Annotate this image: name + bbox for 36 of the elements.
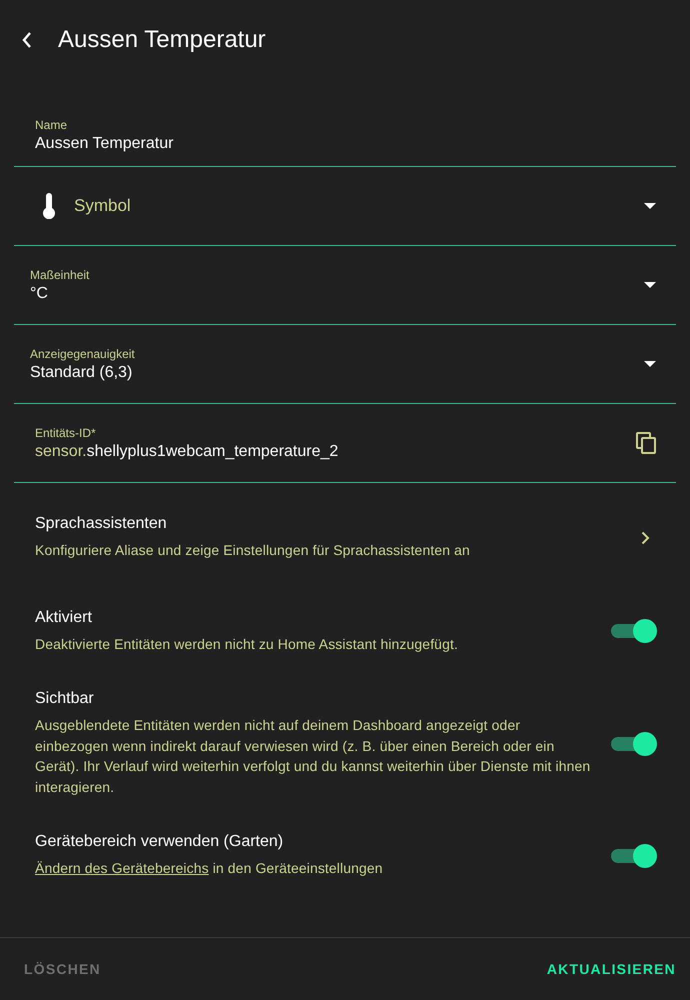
dropdown-caret-icon — [644, 282, 656, 288]
text-field[interactable]: Name Aussen Temperatur — [14, 104, 676, 167]
settings-row[interactable]: Sprachassistenten Konfiguriere Aliase und zeige Einstellungen für Sprachassistenten an — [35, 515, 690, 560]
setting-title: Sichtbar — [35, 690, 95, 708]
symbol-select-field[interactable]: Symbol — [74, 196, 644, 216]
page-title: Aussen Temperatur — [58, 26, 266, 54]
toggle-switch[interactable] — [611, 619, 657, 644]
field-value: Standard (6,3) — [30, 364, 134, 382]
chevron-right-icon — [641, 530, 650, 545]
setting-title: Aktiviert — [35, 608, 93, 626]
thermometer-icon — [42, 193, 56, 219]
dropdown-caret-icon — [644, 361, 656, 367]
setting-title: Gerätebereich verwenden (Garten) — [35, 833, 284, 851]
field-label: Anzeigegenauigkeit — [30, 346, 136, 360]
select-field[interactable]: Anzeigegenauigkeit Standard (6,3) — [14, 325, 676, 404]
field-label: Maßeinheit — [30, 268, 90, 282]
copy-button[interactable] — [636, 432, 656, 454]
back-icon — [22, 32, 32, 48]
dropdown-caret-icon — [644, 203, 656, 209]
toggle-switch[interactable] — [611, 844, 657, 868]
field-value: sensor.shellyplus1webcam_temperature_2 — [35, 442, 340, 460]
field-label: Name — [35, 118, 68, 132]
toggle-switch[interactable] — [611, 732, 657, 756]
field-value: °C — [30, 284, 49, 302]
field-value: Aussen Temperatur — [35, 134, 174, 152]
row-description: Konfiguriere Aliase und zeige Einstellungen für Sprachassistenten an — [35, 541, 471, 560]
setting-description: Deaktivierte Entitäten werden nicht zu Home Assistant hinzugefügt. — [35, 634, 459, 654]
setting-description: Ändern des Gerätebereichs in den Geräteeinstellungen — [35, 859, 384, 878]
update-button[interactable]: AKTUALISIEREN — [546, 953, 676, 985]
field-label: Entitäts-ID* — [35, 426, 97, 440]
text-field[interactable]: Entitäts-ID* sensor.shellyplus1webcam_temperature_2 — [14, 404, 676, 483]
select-field[interactable]: Maßeinheit °C — [14, 246, 676, 325]
settings-link[interactable]: Ändern des Gerätebereichs — [35, 860, 209, 876]
copy-icon — [636, 432, 656, 454]
row-title: Sprachassistenten — [35, 515, 168, 533]
setting-description: Ausgeblendete Entitäten werden nicht auf deinem Dashboard angezeigt oder einbezogen wenn indirekt darauf verwiesen wird (z. B. über einen Bereich oder ein Gerät). Ihr Verlauf wird weiterhin verfolgt und du kannst weiterhin über Dienste mit ihnen interagieren. — [35, 716, 592, 797]
